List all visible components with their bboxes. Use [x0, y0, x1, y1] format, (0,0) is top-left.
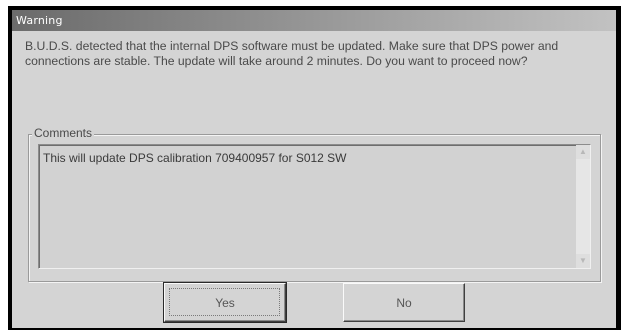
- yes-button-label: Yes: [215, 296, 235, 310]
- comments-label: Comments: [32, 126, 95, 140]
- no-button-label: No: [396, 296, 412, 310]
- scroll-down-arrow-icon[interactable]: ▼: [576, 254, 590, 268]
- no-button[interactable]: No: [343, 283, 465, 322]
- yes-button[interactable]: Yes: [163, 282, 287, 323]
- comments-text: This will update DPS calibration 7094009…: [43, 151, 347, 165]
- scroll-up-arrow-icon[interactable]: ▲: [576, 145, 590, 159]
- comments-textarea[interactable]: This will update DPS calibration 7094009…: [38, 144, 591, 269]
- warning-message: B.U.D.S. detected that the internal DPS …: [25, 39, 559, 68]
- comments-scrollbar[interactable]: ▲ ▼: [576, 145, 590, 268]
- dialog-title: Warning: [16, 14, 63, 27]
- warning-dialog: Warning B.U.D.S. detected that the inter…: [12, 10, 616, 328]
- title-bar[interactable]: Warning: [12, 10, 616, 31]
- dialog-frame: Warning B.U.D.S. detected that the inter…: [8, 6, 621, 330]
